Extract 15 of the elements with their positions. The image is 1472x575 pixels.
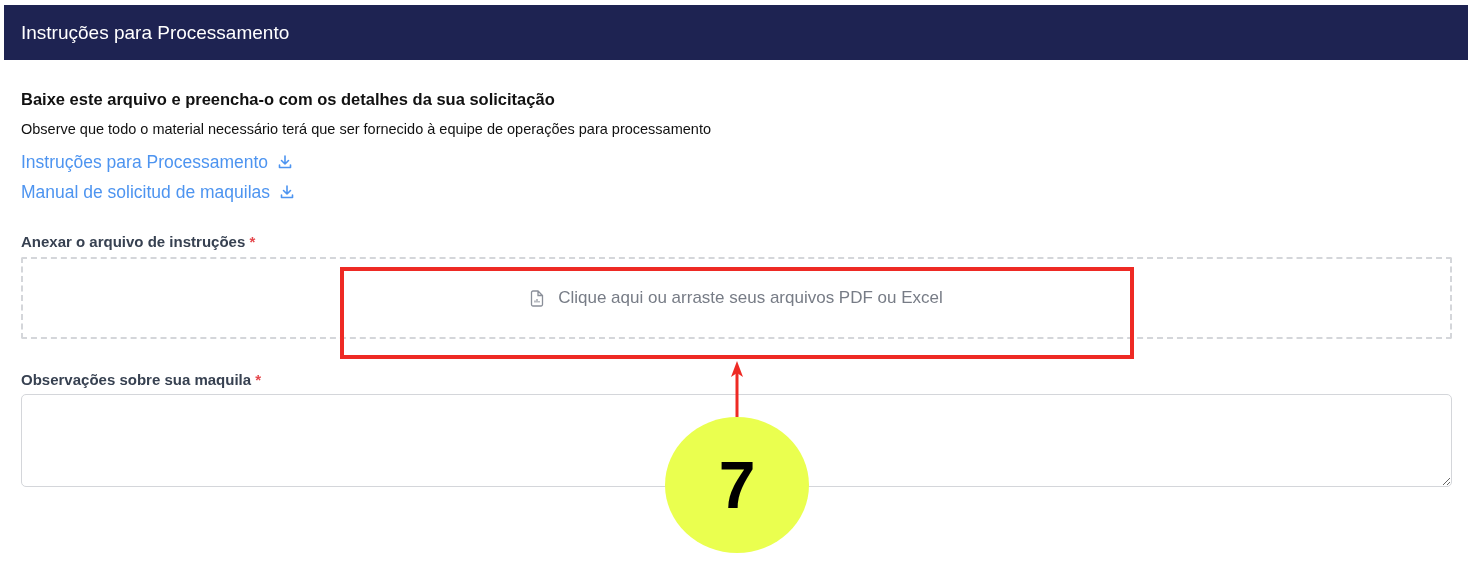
download-icon[interactable]: [278, 155, 293, 169]
download-link[interactable]: Instruções para Processamento: [21, 151, 269, 173]
field-label: Anexar o arquivo de instruções: [21, 233, 246, 250]
file-dropzone[interactable]: Clique aqui ou arraste seus arquivos PDF ou Excel: [21, 257, 1452, 339]
note-text: Observe que todo o material necessário terá que ser fornecido à equipe de operações para processamento: [21, 121, 712, 137]
download-icon[interactable]: [280, 185, 295, 199]
document-icon: [530, 289, 545, 307]
annotation-arrow: [729, 361, 745, 417]
required-mark: *: [255, 371, 262, 388]
section-heading: Baixe este arquivo e preencha-o com os detalhes da sua solicitação: [21, 90, 556, 109]
header-title: Instruções para Processamento: [21, 21, 290, 44]
field-label: Observações sobre sua maquila: [21, 371, 252, 388]
download-link[interactable]: Manual de solicitud de maquilas: [21, 181, 271, 203]
required-mark: *: [249, 233, 256, 250]
dropzone-prompt: Clique aqui ou arraste seus arquivos PDF ou Excel: [558, 288, 943, 308]
